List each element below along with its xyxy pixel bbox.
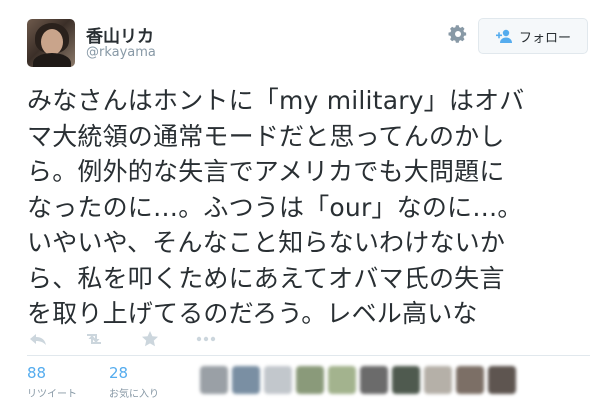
tweet-line: なったのに…。ふつうは「our」なのに…。: [27, 192, 523, 222]
avatar[interactable]: [27, 19, 75, 67]
tweet-line: いやいや、そんなこと知らないわけないか: [27, 228, 506, 257]
tweet-text: みなさんはホントに「my military」はオバ マ大統領の通常モードだと思って…: [27, 83, 592, 332]
favoriter-avatar[interactable]: [360, 366, 388, 394]
favorite-count: 28: [109, 364, 129, 382]
favoriter-avatar[interactable]: [328, 366, 356, 394]
retweet-label: リツイート: [27, 389, 77, 400]
favoriter-avatar[interactable]: [264, 366, 292, 394]
star-icon[interactable]: [139, 330, 161, 348]
favoriter-avatars: [200, 366, 516, 394]
user-handle[interactable]: @rkayama: [86, 45, 156, 60]
favoriter-avatar[interactable]: [296, 366, 324, 394]
avatar-body: [33, 53, 71, 67]
favoriter-avatar[interactable]: [392, 366, 420, 394]
retweet-icon[interactable]: [83, 330, 105, 348]
favoriter-avatar[interactable]: [456, 366, 484, 394]
add-user-icon: [495, 29, 513, 43]
tweet-line: を取り上げてるのだろう。レベル高いな: [27, 299, 478, 328]
gear-icon[interactable]: [448, 24, 468, 44]
favoriter-avatar[interactable]: [232, 366, 260, 394]
favoriter-avatar[interactable]: [488, 366, 516, 394]
follow-button[interactable]: フォロー: [478, 18, 588, 54]
favorite-label: お気に入り: [109, 389, 159, 400]
reply-icon[interactable]: [27, 330, 49, 348]
avatar-face: [41, 29, 63, 55]
tweet-line: ら。例外的な失言でアメリカでも大問題に: [27, 157, 505, 186]
follow-button-label: フォロー: [518, 30, 571, 46]
display-name[interactable]: 香山リカ: [86, 22, 154, 47]
favorite-stat[interactable]: 28 お気に入り: [109, 364, 159, 400]
retweet-count: 88: [27, 364, 47, 382]
favoriter-avatar[interactable]: [200, 366, 228, 394]
tweet-line: ら、私を叩くためにあえてオバマ氏の失言: [27, 263, 505, 293]
tweet-actions: [27, 330, 217, 348]
tweet-line: みなさんはホントに「my military」はオバ: [27, 86, 525, 115]
favoriter-avatar[interactable]: [424, 366, 452, 394]
more-icon[interactable]: [195, 330, 217, 348]
tweet-line: マ大統領の通常モードだと思ってんのかし: [27, 121, 505, 151]
retweet-stat[interactable]: 88 リツイート: [27, 364, 77, 400]
divider: [27, 355, 590, 356]
